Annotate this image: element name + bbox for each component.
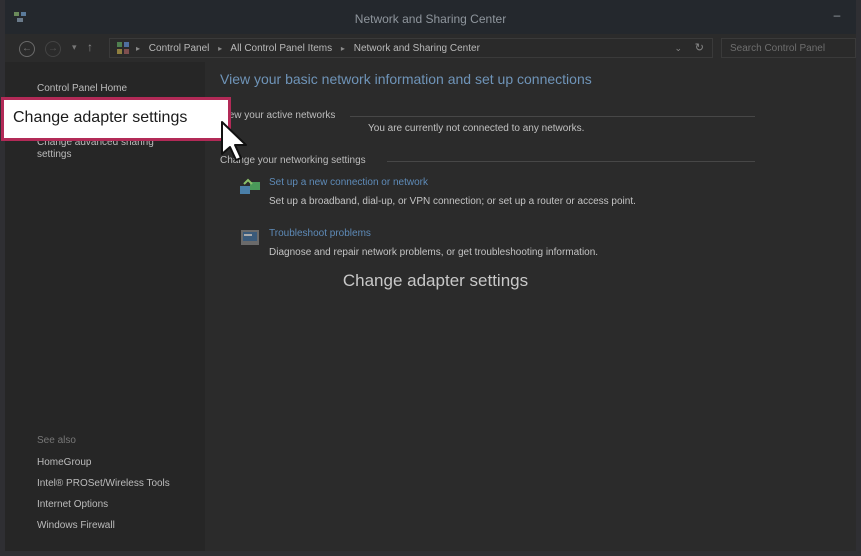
troubleshoot-description: Diagnose and repair network problems, or… [269,247,599,258]
sidebar-link-intel-proset[interactable]: Intel® PROSet/Wireless Tools [37,478,170,489]
control-panel-icon [117,42,129,54]
search-input[interactable]: Search Control Panel [721,38,856,58]
sidebar-link-internet-options[interactable]: Internet Options [37,499,108,510]
address-row: ← → ▾ ↑ ▸ Control Panel ▸ All Control Pa… [5,34,856,62]
instruction-caption: Change adapter settings [342,271,529,290]
forward-button[interactable]: → [45,41,61,57]
up-button[interactable]: ↑ [87,40,93,54]
network-sharing-center-window: Network and Sharing Center – ← → ▾ ↑ ▸ C… [0,0,861,556]
window-title: Network and Sharing Center [354,12,507,26]
see-also-heading: See also [37,435,76,446]
setup-connection-link[interactable]: Set up a new connection or network [269,177,428,188]
minimize-button[interactable]: – [830,9,844,23]
back-button[interactable]: ← [19,41,35,57]
breadcrumb-separator-icon: ▸ [218,44,223,53]
not-connected-text: You are currently not connected to any n… [368,123,585,134]
main-content: View your basic network information and … [205,62,856,551]
breadcrumb-separator-icon: ▸ [340,44,345,53]
address-bar[interactable]: ▸ Control Panel ▸ All Control Panel Item… [109,38,713,58]
mouse-pointer-icon [221,121,247,161]
recent-locations-icon[interactable]: ▾ [72,42,77,53]
troubleshoot-icon [241,230,259,245]
change-adapter-settings-label: Change adapter settings [13,109,188,126]
section-divider [350,116,755,117]
network-setup-icon [240,178,260,194]
setup-connection-description: Set up a broadband, dial-up, or VPN conn… [269,196,636,207]
address-dropdown-icon[interactable]: ⌄ [674,43,682,54]
troubleshoot-link[interactable]: Troubleshoot problems [269,228,371,239]
breadcrumb: ▸ Control Panel ▸ All Control Panel Item… [136,43,486,54]
breadcrumb-control-panel[interactable]: Control Panel [149,43,210,54]
sidebar-link-homegroup[interactable]: HomeGroup [37,457,91,468]
refresh-icon[interactable]: ↻ [695,41,704,54]
sidebar-control-panel-home[interactable]: Control Panel Home [37,83,127,94]
title-bar: Network and Sharing Center – [5,0,856,34]
sidebar-link-windows-firewall[interactable]: Windows Firewall [37,520,115,531]
breadcrumb-all-items[interactable]: All Control Panel Items [230,43,332,54]
change-adapter-settings-button[interactable]: Change adapter settings [1,97,231,141]
page-title: View your basic network information and … [220,71,592,87]
breadcrumb-separator-icon: ▸ [136,44,141,53]
breadcrumb-network-sharing[interactable]: Network and Sharing Center [354,43,480,54]
section-divider [387,161,755,162]
